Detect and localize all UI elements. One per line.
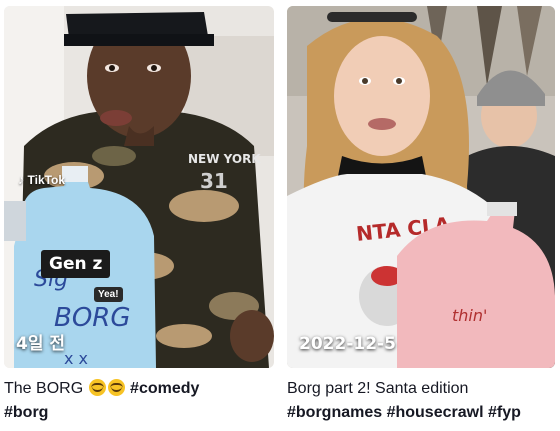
video-thumbnail-1[interactable]: BORG Sig x x NEW YORK 31 ♪ TikTok Gen z … — [4, 6, 274, 368]
caption-text: The BORG — [4, 380, 84, 397]
video-card-2[interactable]: NTA CLA thin' 2022-12-5 Borg part 2! San… — [287, 6, 555, 425]
thumbnail-image-1: BORG Sig x x NEW YORK 31 — [4, 6, 274, 368]
svg-text:BORG: BORG — [54, 303, 131, 333]
video-date-2: 2022-12-5 — [299, 334, 396, 354]
tiktok-watermark: ♪ TikTok — [18, 172, 65, 187]
video-date-1: 4일 전 — [16, 334, 66, 354]
svg-text:thin': thin' — [452, 306, 487, 325]
tiktok-watermark-text: TikTok — [27, 172, 66, 187]
hashtag-link[interactable]: #borgnames #housecrawl #fyp — [287, 401, 555, 425]
svg-text:x x: x x — [64, 349, 88, 368]
hashtag-link[interactable]: #comedy — [130, 380, 199, 397]
svg-text:31: 31 — [200, 169, 228, 193]
svg-text:NEW YORK: NEW YORK — [188, 152, 261, 166]
grinning-face-with-sweat-icon — [107, 379, 125, 396]
hashtag-link[interactable]: #borg — [4, 401, 274, 425]
caption-text: Borg part 2! Santa edition — [287, 380, 469, 397]
video-card-1[interactable]: BORG Sig x x NEW YORK 31 ♪ TikTok Gen z … — [4, 6, 274, 425]
video-caption-1[interactable]: The BORG #comedy #borg — [4, 377, 274, 425]
video-thumbnail-2[interactable]: NTA CLA thin' 2022-12-5 — [287, 6, 555, 368]
gen-z-overlay-label: Gen z — [41, 250, 111, 278]
thumbnail-image-2: NTA CLA thin' — [287, 6, 555, 368]
yea-overlay-label: Yea! — [94, 287, 123, 302]
video-caption-2[interactable]: Borg part 2! Santa edition #borgnames #h… — [287, 377, 555, 425]
tiktok-note-icon: ♪ — [18, 172, 25, 187]
grinning-face-with-sweat-icon — [88, 379, 106, 396]
